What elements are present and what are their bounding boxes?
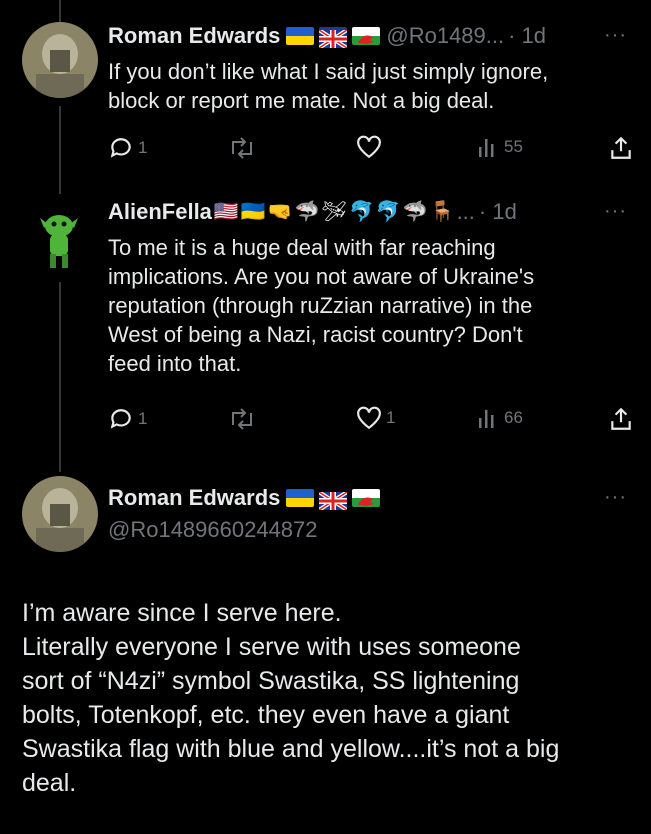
tweet-alienfella[interactable]: AlienFella 🇺🇸 🇺🇦 🤜 🦈 🛩 🐬 🐬 🦈 🪑 ... · 1d … <box>0 198 651 458</box>
text-line: I’m aware since I serve here. <box>22 599 342 627</box>
text-line: feed into that. <box>108 351 242 376</box>
emoji-dolphin-icon: 🐬 <box>348 201 374 223</box>
views-button[interactable]: 66 <box>478 406 523 430</box>
text-line: If you don’t like what I said just simpl… <box>108 59 549 84</box>
tweet-roman-1[interactable]: Roman Edwards @Ro1489... · 1d ··· If you… <box>0 22 651 172</box>
thread-line-top <box>59 0 61 22</box>
views-button[interactable]: 55 <box>478 135 523 159</box>
retweet-button[interactable] <box>228 135 256 161</box>
uk-flag-icon <box>318 27 349 50</box>
like-count: 1 <box>386 408 396 427</box>
avatar[interactable] <box>22 476 98 552</box>
text-line: sort of “N4zi” symbol Swastika, SS light… <box>22 667 520 695</box>
display-name[interactable]: Roman Edwards <box>108 484 280 512</box>
reply-icon <box>110 138 131 158</box>
reply-icon <box>110 409 131 429</box>
tweet-header: AlienFella 🇺🇸 🇺🇦 🤜 🦈 🛩 🐬 🐬 🦈 🪑 ... · 1d <box>108 198 517 226</box>
view-count: 55 <box>504 137 523 156</box>
avatar[interactable] <box>36 208 82 270</box>
tweet-text: To me it is a huge deal with far reachin… <box>108 233 628 378</box>
action-bar: 1 1 66 <box>108 406 638 434</box>
reply-count: 1 <box>138 409 148 428</box>
tweet-header: Roman Edwards <box>108 484 386 512</box>
ukraine-flag-icon <box>286 27 315 45</box>
emoji-us-flag-icon: 🇺🇸 <box>213 201 239 223</box>
tweet-text: If you don’t like what I said just simpl… <box>108 57 628 115</box>
text-line: Swastika flag with blue and yellow....it… <box>22 735 560 763</box>
like-icon <box>357 406 381 430</box>
emoji-plane-icon: 🛩 <box>321 201 347 223</box>
emoji-shark-icon: 🦈 <box>402 201 428 223</box>
like-button[interactable]: 1 <box>356 406 395 430</box>
view-count: 66 <box>504 408 523 427</box>
avatar[interactable] <box>22 22 98 98</box>
timestamp[interactable]: · 1d <box>508 22 546 50</box>
like-icon <box>357 135 381 159</box>
share-icon <box>611 136 631 159</box>
share-button[interactable] <box>608 135 634 161</box>
flag-group <box>286 27 381 50</box>
text-line: block or report me mate. Not a big deal. <box>108 88 495 113</box>
views-icon <box>479 139 494 157</box>
text-line: implications. Are you not aware of Ukrai… <box>108 264 535 289</box>
share-button[interactable] <box>608 406 634 432</box>
flag-group <box>286 489 381 512</box>
reply-button[interactable]: 1 <box>108 135 147 161</box>
more-horizontal-icon[interactable]: ··· <box>604 486 627 509</box>
more-horizontal-icon[interactable]: ··· <box>604 200 627 223</box>
emoji-fist-icon: 🤜 <box>267 201 293 223</box>
share-icon <box>611 407 631 430</box>
reply-count: 1 <box>138 138 148 157</box>
more-horizontal-icon[interactable]: ··· <box>604 24 627 47</box>
emoji-chair-icon: 🪑 <box>429 201 455 223</box>
reply-button[interactable]: 1 <box>108 406 147 432</box>
emoji-group: 🇺🇸 🇺🇦 🤜 🦈 🛩 🐬 🐬 🦈 🪑 <box>214 202 457 222</box>
handle[interactable]: @Ro1489... <box>386 22 504 50</box>
text-line: To me it is a huge deal with far reachin… <box>108 235 496 260</box>
text-line: bolts, Totenkopf, etc. they even have a … <box>22 701 510 729</box>
text-line: deal. <box>22 769 77 797</box>
views-icon <box>479 410 494 428</box>
tweet-header: Roman Edwards @Ro1489... · 1d <box>108 22 546 50</box>
text-line: West of being a Nazi, racist country? Do… <box>108 322 523 347</box>
wales-flag-icon <box>352 489 381 507</box>
ukraine-flag-icon <box>286 489 315 507</box>
emoji-ukraine-flag-icon: 🇺🇦 <box>240 201 266 223</box>
like-button[interactable] <box>356 135 382 159</box>
timestamp[interactable]: · 1d <box>479 198 517 226</box>
retweet-button[interactable] <box>228 406 256 432</box>
display-name[interactable]: AlienFella <box>108 198 212 226</box>
emoji-dolphin-icon: 🐬 <box>375 201 401 223</box>
emoji-shark-icon: 🦈 <box>294 201 320 223</box>
uk-flag-icon <box>318 489 349 512</box>
retweet-icon <box>232 408 252 430</box>
wales-flag-icon <box>352 27 381 45</box>
handle[interactable]: ... <box>457 198 475 226</box>
text-line: Literally everyone I serve with uses som… <box>22 633 521 661</box>
retweet-icon <box>232 137 252 159</box>
handle[interactable]: @Ro1489660244872 <box>108 516 318 544</box>
action-bar: 1 55 <box>108 135 638 163</box>
tweet-text: I’m aware since I serve here. Literally … <box>22 596 637 800</box>
main-tweet[interactable]: Roman Edwards ··· @Ro1489660244872 I’m a… <box>0 476 651 834</box>
display-name[interactable]: Roman Edwards <box>108 22 280 50</box>
text-line: reputation (through ruZzian narrative) i… <box>108 293 533 318</box>
